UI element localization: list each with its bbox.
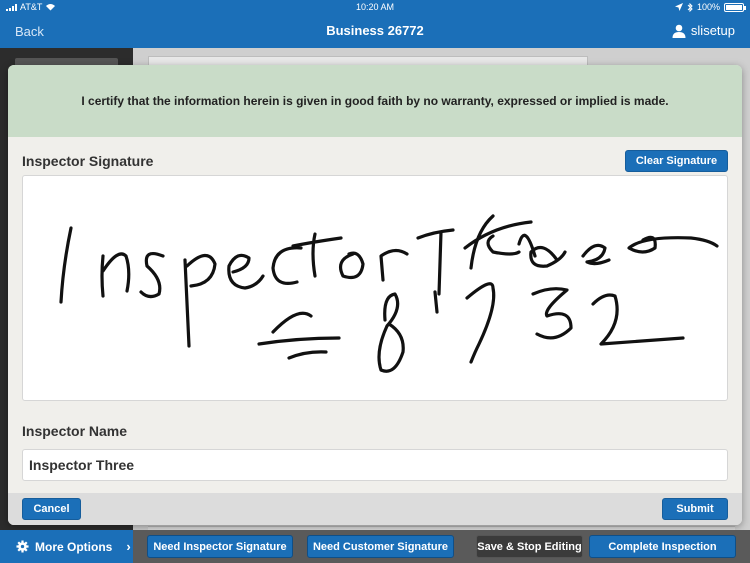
- status-bar: AT&T 10:20 AM 100%: [0, 0, 750, 14]
- certification-banner: I certify that the information herein is…: [8, 65, 742, 137]
- user-icon: [672, 24, 686, 38]
- gear-icon: [16, 540, 29, 553]
- location-arrow-icon: [674, 3, 683, 11]
- inspector-name-value: Inspector Three: [29, 457, 135, 473]
- need-inspector-signature-button[interactable]: Need Inspector Signature: [147, 535, 293, 558]
- complete-inspection-button[interactable]: Complete Inspection: [589, 535, 736, 558]
- cancel-button[interactable]: Cancel: [22, 498, 81, 520]
- chevron-right-icon: ›: [126, 539, 131, 554]
- submit-button[interactable]: Submit: [662, 498, 728, 520]
- more-options-button[interactable]: More Options ›: [0, 530, 133, 563]
- top-bar: AT&T 10:20 AM 100% Back Business 26772 s…: [0, 0, 750, 48]
- clear-signature-button[interactable]: Clear Signature: [625, 150, 728, 172]
- user-name: slisetup: [690, 23, 735, 38]
- page-title: Business 26772: [326, 23, 424, 38]
- bluetooth-icon: [687, 2, 693, 12]
- battery-group: 100%: [674, 2, 746, 12]
- status-time: 10:20 AM: [355, 2, 395, 12]
- battery-icon: [724, 2, 746, 12]
- need-customer-signature-button[interactable]: Need Customer Signature: [307, 535, 454, 558]
- signature-modal: I certify that the information herein is…: [8, 65, 742, 525]
- inspector-name-field[interactable]: Inspector Three: [22, 449, 728, 481]
- modal-footer: Cancel Submit: [8, 493, 742, 525]
- signature-drawing: [59, 214, 719, 373]
- more-options-label: More Options: [35, 539, 113, 554]
- battery-percent: 100%: [696, 2, 720, 12]
- signature-pad[interactable]: [22, 175, 728, 401]
- inspector-name-label: Inspector Name: [22, 423, 128, 439]
- certification-text: I certify that the information herein is…: [81, 94, 669, 108]
- signature-label: Inspector Signature: [22, 153, 154, 169]
- user-menu[interactable]: slisetup: [672, 23, 735, 38]
- save-stop-editing-button[interactable]: Save & Stop Editing: [476, 535, 583, 558]
